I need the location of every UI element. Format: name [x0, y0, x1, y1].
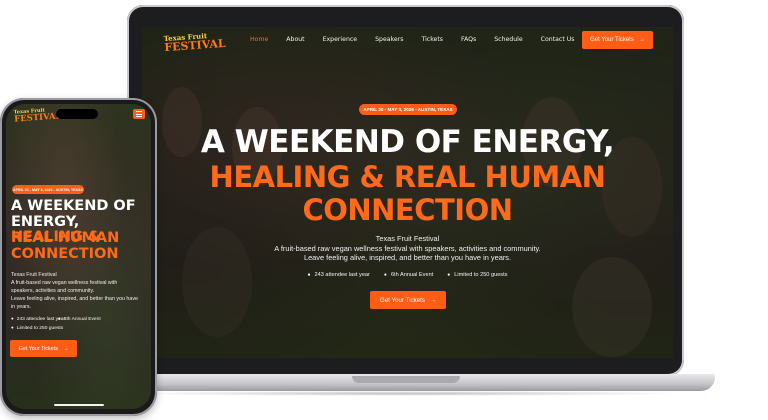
hero-subtitle-description: A fruit-based raw vegan wellness festiva…: [274, 244, 541, 253]
phone-stat-limited-guests: Limited to 250 guests: [11, 325, 64, 331]
hamburger-icon[interactable]: [133, 109, 145, 119]
hero-title-line3: CONNECTION: [302, 193, 513, 227]
arrow-right-icon: →: [429, 296, 437, 304]
nav-item-schedule[interactable]: Schedule: [494, 36, 522, 43]
hero-stats: 243 attendee last year 6th Annual Event …: [142, 272, 673, 278]
hero-tickets-label: Get Your Tickets: [379, 296, 425, 304]
arrow-right-icon: →: [62, 345, 69, 352]
hero-tickets-button[interactable]: Get Your Tickets →: [370, 291, 446, 309]
phone-hero-title-line3: REAL HUMAN: [11, 230, 120, 246]
phone-subtitle-line3: speakers, activities and community.: [11, 288, 95, 294]
phone-tickets-button[interactable]: Get Your Tickets →: [10, 340, 77, 357]
arrow-right-icon: →: [638, 37, 645, 43]
phone-home-indicator: [54, 404, 104, 406]
phone-stat-attendees: 243 attendee last year: [11, 316, 65, 322]
phone-subtitle-line5: in years.: [11, 304, 32, 310]
hero-title-line1: A WEEKEND OF ENERGY,: [200, 124, 615, 160]
festival-logo[interactable]: Texas Fruit FESTIVAL: [163, 31, 226, 54]
laptop-notch: [352, 376, 460, 383]
hero-subtitle-tagline: Leave feeling alive, inspired, and bette…: [303, 253, 512, 262]
phone-subtitle-line4: Leave feeling alive, inspired, and bette…: [11, 296, 138, 302]
nav-menu: Home About Experience Speakers Tickets F…: [250, 36, 592, 43]
nav-tickets-label: Get Your Tickets: [590, 37, 634, 43]
phone-subtitle-line2: A fruit-based raw vegan wellness festiva…: [11, 280, 118, 286]
hero-subtitle-name: Texas Fruit Festival: [375, 234, 440, 243]
event-date-badge: APRIL 30 - MAY 3, 2026 - AUSTIN, TEXAS: [359, 104, 457, 115]
stat-limited-guests: Limited to 250 guests: [447, 272, 507, 278]
stat-attendees: 243 attendee last year: [308, 272, 370, 278]
nav-item-home[interactable]: Home: [250, 36, 268, 43]
phone-dynamic-island: [56, 109, 98, 119]
phone-hero-title-line1: A WEEKEND OF: [11, 198, 136, 214]
nav-item-tickets[interactable]: Tickets: [421, 36, 443, 43]
phone-festival-logo[interactable]: Texas Fruit FESTIVAL: [14, 107, 62, 125]
phone-tickets-label: Get Your Tickets: [18, 345, 58, 352]
nav-item-experience[interactable]: Experience: [323, 36, 358, 43]
phone-stat-annual-event: 6th Annual Event: [58, 316, 101, 322]
nav-item-faqs[interactable]: FAQs: [461, 36, 476, 43]
stat-annual-event: 6th Annual Event: [384, 272, 433, 278]
laptop-website: Texas Fruit FESTIVAL Home About Experien…: [142, 27, 673, 358]
nav-item-speakers[interactable]: Speakers: [375, 36, 403, 43]
phone-hero-title-line4: CONNECTION: [11, 246, 119, 262]
laptop-shadow: [120, 391, 690, 396]
hero-title-line2: HEALING & REAL HUMAN: [209, 160, 606, 194]
laptop-navbar: Texas Fruit FESTIVAL Home About Experien…: [142, 27, 673, 55]
nav-tickets-button[interactable]: Get Your Tickets →: [582, 31, 653, 49]
phone-subtitle-name: Texas Fruit Festival: [11, 272, 57, 278]
phone-event-date-badge: APRIL 30 - MAY 3, 2026 - AUSTIN, TEXAS: [12, 185, 84, 194]
nav-item-about[interactable]: About: [286, 36, 304, 43]
nav-item-contact[interactable]: Contact Us: [541, 36, 575, 43]
